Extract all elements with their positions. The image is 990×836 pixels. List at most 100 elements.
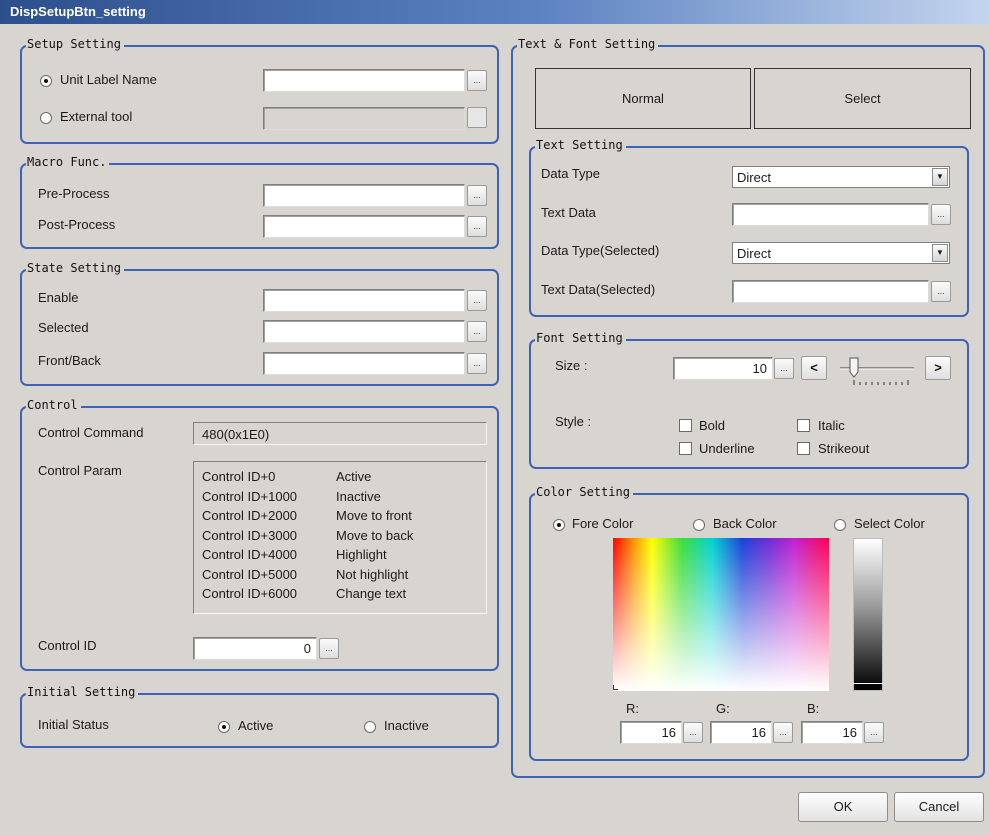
g-browse-button[interactable]: ... xyxy=(773,722,793,743)
initial-active-radio[interactable] xyxy=(218,721,230,733)
text-data-selected-label: Text Data(Selected) xyxy=(541,282,656,297)
param-id: Control ID+0 xyxy=(202,469,276,484)
initial-setting-legend: Initial Setting xyxy=(26,685,139,699)
external-tool-browse-button xyxy=(467,107,487,128)
external-tool-radio[interactable] xyxy=(40,112,52,124)
data-type-select[interactable]: Direct ▼ xyxy=(732,166,950,188)
data-type-label: Data Type xyxy=(541,166,601,181)
color-cursor-icon xyxy=(613,685,618,690)
initial-status-label: Initial Status xyxy=(38,717,109,732)
italic-checkbox[interactable] xyxy=(797,419,810,432)
normal-preview-button[interactable]: Normal xyxy=(535,68,751,129)
data-type-selected-label: Data Type(Selected) xyxy=(541,243,660,258)
data-type-selected-select[interactable]: Direct ▼ xyxy=(732,242,950,264)
param-desc: Active xyxy=(336,469,372,484)
enable-browse-button[interactable]: ... xyxy=(467,290,487,311)
ok-button[interactable]: OK xyxy=(798,792,888,822)
window-title: DispSetupBtn_setting xyxy=(0,0,990,24)
control-command-value: 480(0x1E0) xyxy=(193,422,487,445)
g-value-field[interactable]: 16 xyxy=(710,721,772,744)
selected-field[interactable] xyxy=(263,320,465,343)
r-browse-button[interactable]: ... xyxy=(683,722,703,743)
italic-label: Italic xyxy=(818,418,845,433)
bold-checkbox[interactable] xyxy=(679,419,692,432)
unit-label-name-radio[interactable] xyxy=(40,75,52,87)
control-param-list: Control ID+0 Active Control ID+1000 Inacti… xyxy=(193,461,487,614)
b-browse-button[interactable]: ... xyxy=(864,722,884,743)
font-size-browse-button[interactable]: ... xyxy=(774,358,794,379)
param-desc: Inactive xyxy=(336,488,381,504)
chevron-down-icon[interactable]: ▼ xyxy=(932,168,948,186)
external-tool-field xyxy=(263,107,465,130)
control-legend: Control xyxy=(26,398,81,412)
param-desc: Change text xyxy=(336,586,407,601)
font-setting-legend: Font Setting xyxy=(535,331,626,345)
control-param-label: Control Param xyxy=(38,463,122,478)
color-setting-legend: Color Setting xyxy=(535,485,633,499)
macro-func-legend: Macro Func. xyxy=(26,155,110,169)
control-id-field[interactable]: 0 xyxy=(193,637,317,660)
enable-label: Enable xyxy=(38,290,79,305)
unit-label-name-browse-button[interactable]: ... xyxy=(467,70,487,91)
chevron-down-icon[interactable]: ▼ xyxy=(932,244,948,262)
fore-color-radio[interactable] xyxy=(553,519,565,531)
initial-inactive-label: Inactive xyxy=(384,718,429,733)
font-size-field[interactable]: 10 xyxy=(673,357,773,380)
text-setting-legend: Text Setting xyxy=(535,138,626,152)
selected-label: Selected xyxy=(38,320,89,335)
text-data-field[interactable] xyxy=(732,203,929,226)
unit-label-name-field[interactable] xyxy=(263,69,465,92)
initial-inactive-radio[interactable] xyxy=(364,721,376,733)
front-back-browse-button[interactable]: ... xyxy=(467,353,487,374)
text-data-browse-button[interactable]: ... xyxy=(931,204,951,225)
color-spectrum-picker[interactable] xyxy=(613,538,829,691)
pre-process-field[interactable] xyxy=(263,184,465,207)
back-color-radio[interactable] xyxy=(693,519,705,531)
select-preview-button[interactable]: Select xyxy=(754,68,971,129)
brightness-bar[interactable] xyxy=(853,538,883,691)
initial-active-label: Active xyxy=(238,718,274,733)
data-type-selected-value: Direct xyxy=(737,246,771,261)
r-value-field[interactable]: 16 xyxy=(620,721,682,744)
post-process-browse-button[interactable]: ... xyxy=(467,216,487,237)
pre-process-label: Pre-Process xyxy=(38,186,110,201)
g-label: G: xyxy=(716,701,730,716)
font-size-increase-button[interactable]: > xyxy=(925,356,951,380)
strikeout-label: Strikeout xyxy=(818,441,870,456)
text-data-selected-browse-button[interactable]: ... xyxy=(931,281,951,302)
param-desc: Not highlight xyxy=(336,566,409,582)
front-back-label: Front/Back xyxy=(38,353,101,368)
control-param-table: Control ID+0 Active Control ID+1000 Inacti… xyxy=(202,468,413,605)
back-color-label: Back Color xyxy=(713,516,777,531)
param-id: Control ID+3000 xyxy=(202,527,298,543)
pre-process-browse-button[interactable]: ... xyxy=(467,185,487,206)
style-label: Style : xyxy=(555,414,592,429)
b-label: B: xyxy=(807,701,820,716)
state-setting-legend: State Setting xyxy=(26,261,124,275)
param-desc: Move to back xyxy=(336,527,414,543)
select-color-label: Select Color xyxy=(854,516,925,531)
selected-browse-button[interactable]: ... xyxy=(467,321,487,342)
param-id: Control ID+2000 xyxy=(202,508,298,523)
font-size-decrease-button[interactable]: < xyxy=(801,356,827,380)
param-id: Control ID+5000 xyxy=(202,566,298,582)
cancel-button[interactable]: Cancel xyxy=(894,792,984,822)
control-command-label: Control Command xyxy=(38,425,144,440)
param-desc: Highlight xyxy=(336,547,387,562)
list-item: Control ID+0 Active xyxy=(202,468,413,488)
enable-field[interactable] xyxy=(263,289,465,312)
r-label: R: xyxy=(626,701,639,716)
text-data-selected-field[interactable] xyxy=(732,280,929,303)
control-id-label: Control ID xyxy=(38,638,97,653)
b-value-field[interactable]: 16 xyxy=(801,721,863,744)
select-color-radio[interactable] xyxy=(834,519,846,531)
brightness-marker-icon xyxy=(853,683,883,684)
font-size-slider[interactable] xyxy=(836,353,918,387)
bold-label: Bold xyxy=(699,418,726,433)
unit-label-name-label: Unit Label Name xyxy=(60,72,157,87)
strikeout-checkbox[interactable] xyxy=(797,442,810,455)
control-id-browse-button[interactable]: ... xyxy=(319,638,339,659)
underline-checkbox[interactable] xyxy=(679,442,692,455)
post-process-field[interactable] xyxy=(263,215,465,238)
front-back-field[interactable] xyxy=(263,352,465,375)
